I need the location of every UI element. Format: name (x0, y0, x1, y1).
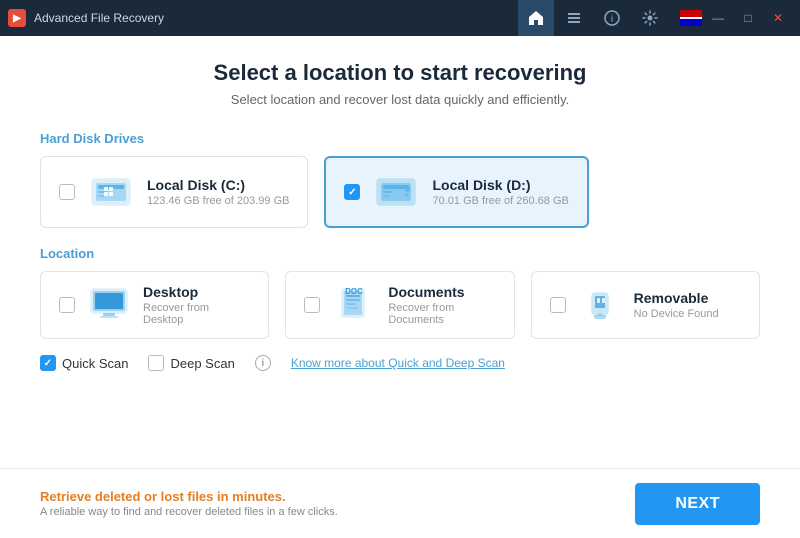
quick-scan-option[interactable]: Quick Scan (40, 355, 128, 371)
close-button[interactable]: ✕ (764, 4, 792, 32)
drive-c-name: Local Disk (C:) (147, 177, 289, 193)
main-content: Select a location to start recovering Se… (0, 36, 800, 468)
svg-text:i: i (611, 14, 613, 25)
tab-list[interactable] (556, 0, 592, 36)
app-icon: ▶ (8, 9, 26, 27)
location-documents[interactable]: DOC Documents Recover from Documents (285, 271, 514, 339)
footer-promo: Retrieve deleted or lost files in minute… (40, 489, 338, 504)
documents-name: Documents (388, 284, 495, 300)
desktop-name: Desktop (143, 284, 250, 300)
learn-more-link[interactable]: Know more about Quick and Deep Scan (291, 356, 505, 370)
drive-c-space: 123.46 GB free of 203.99 GB (147, 195, 289, 207)
removable-checkbox[interactable] (550, 297, 566, 313)
drive-d-space: 70.01 GB free of 260.68 GB (432, 195, 568, 207)
location-desktop[interactable]: Desktop Recover from Desktop (40, 271, 269, 339)
window-controls: — □ ✕ (676, 4, 792, 32)
locations-row: Desktop Recover from Desktop DOC Docume (40, 271, 760, 339)
drive-card-d[interactable]: Local Disk (D:) 70.01 GB free of 260.68 … (324, 156, 588, 228)
desktop-info: Desktop Recover from Desktop (143, 284, 250, 326)
location-removable[interactable]: Removable No Device Found (531, 271, 760, 339)
deep-scan-option[interactable]: Deep Scan (148, 355, 234, 371)
drive-d-checkbox[interactable] (344, 184, 360, 200)
app-title: Advanced File Recovery (34, 11, 518, 25)
page-subtitle: Select location and recover lost data qu… (40, 92, 760, 107)
drive-c-checkbox[interactable] (59, 184, 75, 200)
documents-icon: DOC (334, 285, 374, 325)
removable-name: Removable (634, 290, 719, 306)
hard-disk-section-label: Hard Disk Drives (40, 131, 760, 146)
drive-card-c[interactable]: Local Disk (C:) 123.46 GB free of 203.99… (40, 156, 308, 228)
info-icon[interactable]: i (255, 355, 271, 371)
desktop-sub: Recover from Desktop (143, 302, 250, 326)
footer: Retrieve deleted or lost files in minute… (0, 468, 800, 538)
drive-c-info: Local Disk (C:) 123.46 GB free of 203.99… (147, 177, 289, 207)
scan-options: Quick Scan Deep Scan i Know more about Q… (40, 355, 760, 371)
drive-d-info: Local Disk (D:) 70.01 GB free of 260.68 … (432, 177, 568, 207)
drive-d-name: Local Disk (D:) (432, 177, 568, 193)
minimize-button[interactable]: — (704, 4, 732, 32)
quick-scan-checkbox[interactable] (40, 355, 56, 371)
deep-scan-checkbox[interactable] (148, 355, 164, 371)
drives-row: Local Disk (C:) 123.46 GB free of 203.99… (40, 156, 760, 228)
footer-sub: A reliable way to find and recover delet… (40, 506, 338, 518)
documents-checkbox[interactable] (304, 297, 320, 313)
removable-sub: No Device Found (634, 308, 719, 320)
deep-scan-label: Deep Scan (170, 356, 234, 371)
page-title: Select a location to start recovering (40, 60, 760, 86)
location-section-label: Location (40, 246, 760, 261)
svg-text:DOC: DOC (345, 287, 363, 296)
tab-home[interactable] (518, 0, 554, 36)
flag-icon (680, 10, 702, 26)
drive-c-icon (89, 170, 133, 214)
titlebar-tabs: i (518, 0, 668, 36)
maximize-button[interactable]: □ (734, 4, 762, 32)
documents-sub: Recover from Documents (388, 302, 495, 326)
desktop-checkbox[interactable] (59, 297, 75, 313)
removable-icon (580, 285, 620, 325)
tab-settings[interactable] (632, 0, 668, 36)
footer-text: Retrieve deleted or lost files in minute… (40, 489, 338, 518)
drive-d-icon (374, 170, 418, 214)
tab-info[interactable]: i (594, 0, 630, 36)
desktop-icon (89, 285, 129, 325)
next-button[interactable]: NEXT (635, 483, 760, 525)
removable-info: Removable No Device Found (634, 290, 719, 320)
quick-scan-label: Quick Scan (62, 356, 128, 371)
documents-info: Documents Recover from Documents (388, 284, 495, 326)
titlebar: ▶ Advanced File Recovery i — □ ✕ (0, 0, 800, 36)
page-heading: Select a location to start recovering Se… (40, 60, 760, 107)
